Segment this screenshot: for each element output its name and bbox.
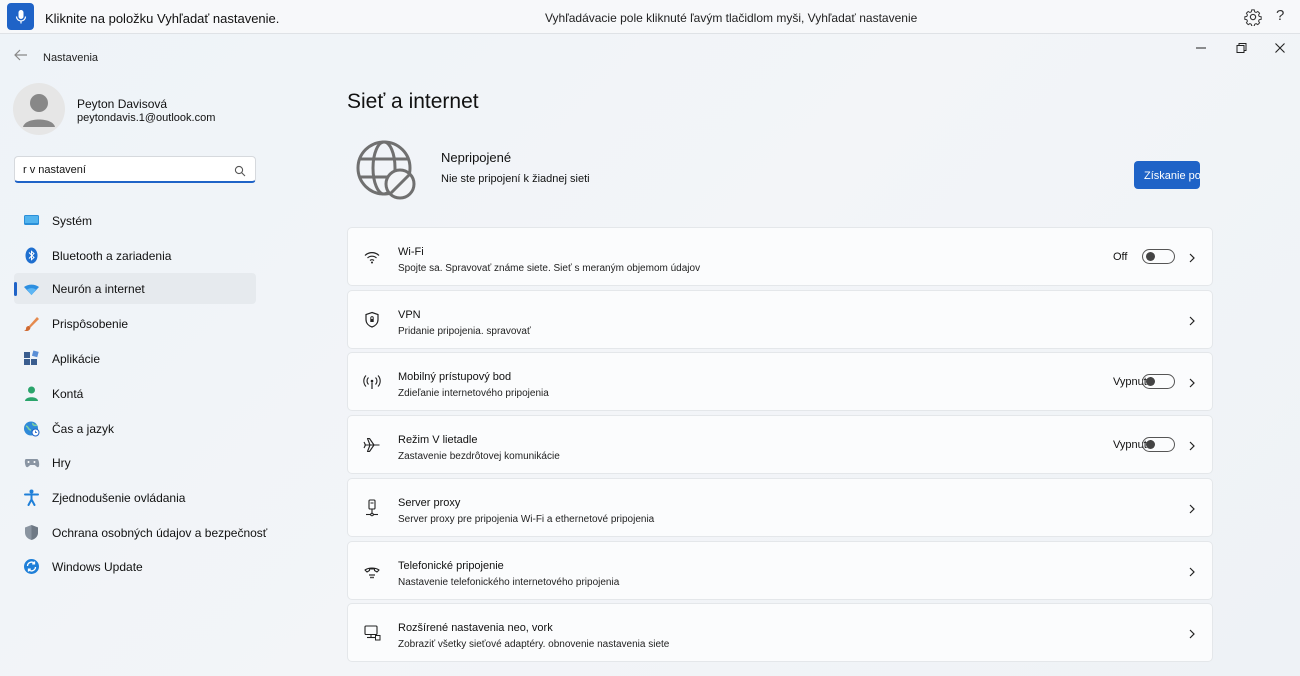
sidebar-item-label: Aplikácie <box>52 352 101 366</box>
sidebar-item-label: Prispôsobenie <box>52 317 129 331</box>
shield-icon <box>23 524 40 541</box>
update-icon <box>23 558 40 575</box>
vpn-shield-icon <box>363 311 381 329</box>
chevron-right-icon[interactable] <box>1186 376 1198 388</box>
setting-subtitle: Zastavenie bezdrôtovej komunikácie <box>398 451 560 462</box>
setting-row-airplane-mode[interactable]: Režim V lietadle Zastavenie bezdrôtovej … <box>347 415 1213 474</box>
chevron-right-icon[interactable] <box>1186 627 1198 639</box>
airplane-mode-toggle[interactable] <box>1142 437 1175 452</box>
sidebar-item-network[interactable]: Neurón a internet <box>14 273 256 304</box>
toggle-state-label: Off <box>1113 251 1128 263</box>
setting-row-proxy[interactable]: Server proxy Server proxy pre pripojenia… <box>347 478 1213 537</box>
globe-clock-icon <box>23 420 40 437</box>
connection-status-title: Nepripojené <box>441 150 512 165</box>
computer-network-icon <box>363 624 381 642</box>
person-icon <box>23 385 40 402</box>
sidebar-item-label: Hry <box>52 456 71 470</box>
sidebar-item-apps[interactable]: Aplikácie <box>14 343 256 374</box>
setting-row-mobile-hotspot[interactable]: Mobilný prístupový bod Zdieľanie interne… <box>347 352 1213 411</box>
hotspot-icon <box>363 373 381 391</box>
active-indicator <box>14 282 17 296</box>
connection-status-subtitle: Nie ste pripojení k žiadnej sieti <box>441 173 590 185</box>
setting-title: Rozšírené nastavenia neo, vork <box>398 622 553 634</box>
setting-row-advanced-network[interactable]: Rozšírené nastavenia neo, vork Zobraziť … <box>347 603 1213 662</box>
sidebar-item-windows-update[interactable]: Windows Update <box>14 551 256 582</box>
sidebar-item-label: Windows Update <box>52 560 143 574</box>
setting-title: Režim V lietadle <box>398 434 478 446</box>
sidebar-item-label: Systém <box>52 214 93 228</box>
page-title: Sieť a internet <box>347 90 479 113</box>
sidebar-item-label: Ochrana osobných údajov a bezpečnosť <box>52 526 268 540</box>
search-input[interactable] <box>23 162 228 178</box>
gamepad-icon <box>23 454 40 471</box>
proxy-icon <box>363 499 381 517</box>
voice-hint-text: Kliknite na položku Vyhľadať nastavenie. <box>45 11 280 26</box>
profile-email: peytondavis.1@outlook.com <box>77 112 216 124</box>
setting-subtitle: Server proxy pre pripojenia Wi-Fi a ethe… <box>398 514 655 525</box>
setting-subtitle: Spojte sa. Spravovať známe siete. Sieť s… <box>398 263 701 274</box>
microphone-icon[interactable] <box>7 3 34 30</box>
wifi-icon <box>23 280 40 297</box>
app-title: Nastavenia <box>43 52 99 64</box>
sidebar-item-label: Kontá <box>52 387 84 401</box>
setting-subtitle: Zobraziť všetky sieťové adaptéry. obnove… <box>398 639 670 650</box>
brush-icon <box>23 315 40 332</box>
avatar[interactable] <box>13 83 65 135</box>
sidebar-item-gaming[interactable]: Hry <box>14 447 256 478</box>
chevron-right-icon[interactable] <box>1186 502 1198 514</box>
chevron-right-icon[interactable] <box>1186 314 1198 326</box>
setting-title: Telefonické pripojenie <box>398 560 504 572</box>
sidebar-item-label: Neurón a internet <box>52 282 145 296</box>
sidebar-item-accounts[interactable]: Kontá <box>14 378 256 409</box>
setting-title: Wi-Fi <box>398 246 424 258</box>
setting-subtitle: Nastavenie telefonického internetového p… <box>398 577 620 588</box>
sidebar-item-personalization[interactable]: Prispôsobenie <box>14 308 256 339</box>
chevron-right-icon[interactable] <box>1186 439 1198 451</box>
sidebar-item-time-language[interactable]: Čas a jazyk <box>14 413 256 444</box>
search-icon[interactable] <box>234 164 246 177</box>
search-box[interactable] <box>14 156 256 183</box>
setting-title: Mobilný prístupový bod <box>398 371 512 383</box>
toggle-knob <box>1146 377 1155 386</box>
setting-subtitle: Zdieľanie internetového pripojenia <box>398 388 549 399</box>
sidebar-item-privacy[interactable]: Ochrana osobných údajov a bezpečnosť <box>14 517 267 548</box>
setting-title: Server proxy <box>398 497 461 509</box>
setting-row-wifi[interactable]: Wi-Fi Spojte sa. Spravovať známe siete. … <box>347 227 1213 286</box>
apps-icon <box>23 350 40 367</box>
minimize-icon[interactable] <box>1193 40 1209 56</box>
wifi-icon <box>363 248 381 266</box>
setting-row-vpn[interactable]: VPN Pridanie pripojenia. spravovať <box>347 290 1213 349</box>
voice-access-bar: Kliknite na položku Vyhľadať nastavenie.… <box>0 0 1300 34</box>
restore-icon[interactable] <box>1233 40 1249 56</box>
hotspot-toggle[interactable] <box>1142 374 1175 389</box>
dialup-icon <box>363 562 381 580</box>
airplane-icon <box>363 436 381 454</box>
setting-subtitle: Pridanie pripojenia. spravovať <box>398 326 531 337</box>
setting-title: VPN <box>398 309 421 321</box>
help-icon[interactable]: ? <box>1276 7 1284 24</box>
chevron-right-icon[interactable] <box>1186 565 1198 577</box>
globe-disconnected-icon <box>352 138 420 202</box>
wifi-toggle[interactable] <box>1142 249 1175 264</box>
sidebar-item-label: Bluetooth a zariadenia <box>52 249 172 263</box>
sidebar-item-system[interactable]: Systém <box>14 205 256 236</box>
close-icon[interactable] <box>1272 40 1288 56</box>
toggle-knob <box>1146 252 1155 261</box>
chevron-right-icon[interactable] <box>1186 251 1198 263</box>
monitor-icon <box>23 212 40 229</box>
get-help-button[interactable]: Získanie pomoci <box>1134 161 1200 189</box>
accessibility-icon <box>23 489 40 506</box>
setting-row-dialup[interactable]: Telefonické pripojenie Nastavenie telefo… <box>347 541 1213 600</box>
sidebar-item-bluetooth[interactable]: Bluetooth a zariadenia <box>14 240 256 271</box>
profile-name: Peyton Davisová <box>77 97 168 111</box>
sidebar-item-label: Čas a jazyk <box>52 422 115 436</box>
sidebar-item-label: Zjednodušenie ovládania <box>52 491 186 505</box>
back-arrow-icon[interactable] <box>13 48 29 62</box>
voice-status-text: Vyhľadávacie pole kliknuté ľavým tlačidl… <box>545 11 918 25</box>
sidebar-item-accessibility[interactable]: Zjednodušenie ovládania <box>14 482 256 513</box>
toggle-knob <box>1146 440 1155 449</box>
bluetooth-icon <box>23 247 40 264</box>
gear-icon[interactable] <box>1244 8 1262 27</box>
